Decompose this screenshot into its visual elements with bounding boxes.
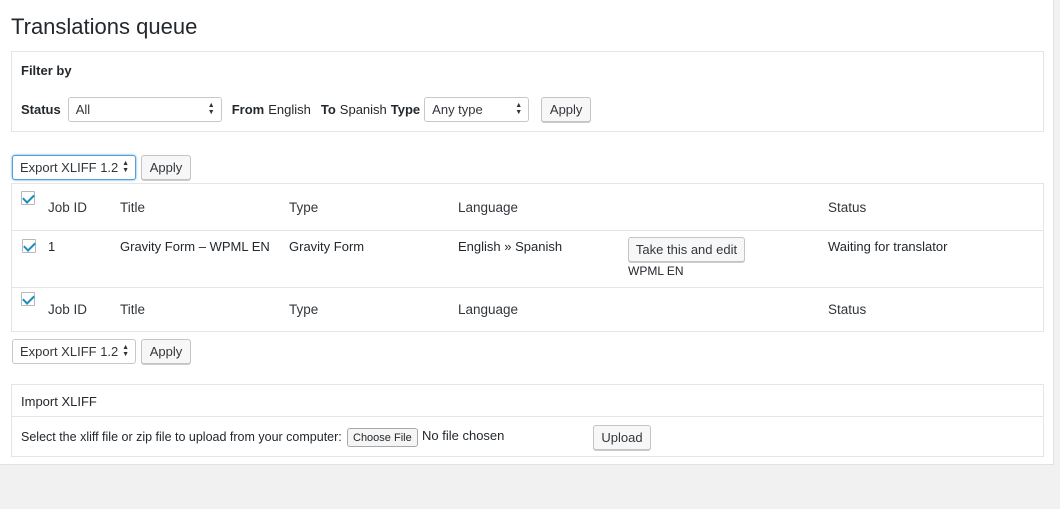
column-header-type[interactable]: Type	[289, 200, 318, 215]
divider	[12, 287, 1043, 288]
select-arrows-icon: ▲ ▼	[122, 344, 129, 358]
column-header-title[interactable]: Title	[120, 200, 145, 215]
type-label: Type	[390, 102, 421, 117]
upload-button[interactable]: Upload	[593, 425, 651, 450]
divider	[12, 230, 1043, 231]
row-title: Gravity Form – WPML EN	[120, 239, 270, 254]
filter-row: Status All ▲ ▼ From English To Spanish Ty…	[21, 97, 592, 122]
status-label: Status	[21, 102, 61, 117]
select-all-checkbox-top[interactable]	[21, 191, 35, 205]
status-select[interactable]: All ▲ ▼	[67, 97, 222, 122]
row-language: English » Spanish	[458, 239, 563, 254]
from-language: English	[268, 102, 311, 117]
select-arrows-icon: ▲ ▼	[207, 102, 215, 116]
column-header-job-id[interactable]: Job ID	[48, 200, 87, 215]
bulk-action-value-bottom: Export XLIFF 1.2	[20, 344, 119, 359]
status-select-value: All	[75, 102, 91, 117]
filter-heading: Filter by	[21, 63, 72, 78]
select-arrows-icon: ▲ ▼	[515, 102, 523, 116]
column-footer-type[interactable]: Type	[289, 302, 318, 317]
take-and-edit-button[interactable]: Take this and edit	[628, 237, 745, 262]
filter-apply-button[interactable]: Apply	[541, 97, 592, 122]
column-footer-language[interactable]: Language	[458, 302, 518, 317]
page-title: Translations queue	[11, 14, 198, 39]
row-action-sub: WPML EN	[628, 264, 684, 278]
choose-file-button[interactable]: Choose File	[347, 428, 418, 447]
column-footer-title[interactable]: Title	[120, 302, 145, 317]
to-label: To	[320, 102, 336, 117]
bulk-apply-button-top[interactable]: Apply	[141, 155, 191, 180]
to-language: Spanish	[339, 102, 387, 117]
row-job-id: 1	[48, 239, 56, 254]
import-instruction: Select the xliff file or zip file to upl…	[21, 430, 342, 444]
jobs-table: Job ID Title Type Language Status 1 Grav…	[11, 183, 1044, 332]
import-title: Import XLIFF	[21, 394, 97, 409]
row-status: Waiting for translator	[828, 239, 948, 254]
bulk-apply-button-bottom[interactable]: Apply	[141, 339, 191, 364]
type-select-value: Any type	[432, 102, 483, 117]
row-type: Gravity Form	[289, 239, 365, 254]
filter-box: Filter by Status All ▲ ▼ From English To …	[11, 51, 1044, 132]
column-footer-status[interactable]: Status	[828, 302, 866, 317]
bulk-action-select-bottom[interactable]: Export XLIFF 1.2 ▲ ▼	[12, 339, 136, 364]
select-arrows-icon: ▲ ▼	[122, 160, 129, 174]
from-label: From	[231, 102, 265, 117]
column-header-language[interactable]: Language	[458, 200, 518, 215]
divider	[12, 416, 1043, 417]
bulk-action-value-top: Export XLIFF 1.2	[20, 160, 119, 175]
type-select[interactable]: Any type ▲ ▼	[424, 97, 530, 122]
file-status: No file chosen	[422, 428, 505, 443]
page-panel: Translations queue Filter by Status All …	[0, 0, 1054, 465]
select-all-checkbox-bottom[interactable]	[21, 292, 35, 306]
row-checkbox[interactable]	[22, 239, 36, 253]
column-footer-job-id[interactable]: Job ID	[48, 302, 87, 317]
column-header-status[interactable]: Status	[828, 200, 866, 215]
import-xliff-box: Import XLIFF Select the xliff file or zi…	[11, 384, 1044, 457]
bulk-action-select-top[interactable]: Export XLIFF 1.2 ▲ ▼	[12, 155, 136, 180]
